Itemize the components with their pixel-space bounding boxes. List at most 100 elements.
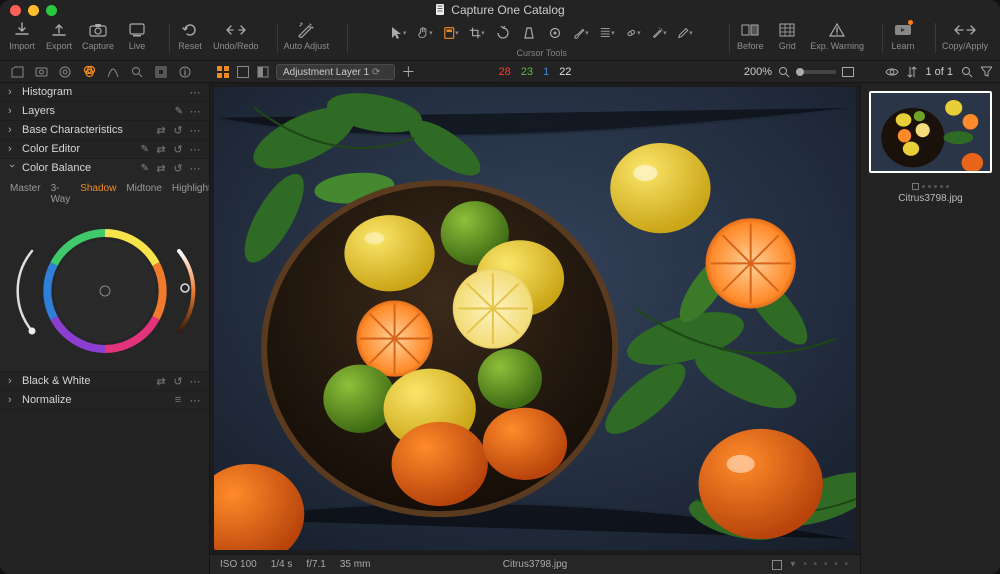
titlebar: Capture One Catalog — [0, 0, 1000, 20]
tool-histogram[interactable]: ›Histogram ⋯ — [0, 83, 209, 101]
tool-copy-icon[interactable]: ⇄ — [155, 375, 167, 387]
tool-menu-icon[interactable]: ⋯ — [189, 143, 201, 155]
tool-reset-icon[interactable]: ↺ — [172, 143, 184, 155]
export-button[interactable]: Export — [45, 21, 73, 51]
tool-normalize[interactable]: ›Normalize ≡ ⋯ — [0, 391, 209, 409]
heal-tool-icon[interactable]: ▾ — [625, 25, 641, 41]
browser-index: 1 of 1 — [925, 66, 953, 78]
exposure-tab-icon[interactable] — [106, 65, 120, 79]
undo-redo-button[interactable]: Undo/Redo — [213, 21, 259, 51]
meta-aperture: f/7.1 — [306, 559, 325, 570]
tool-menu-icon[interactable]: ⋯ — [189, 394, 201, 406]
color-tag[interactable] — [772, 560, 782, 570]
hand-tool-icon[interactable]: ▾ — [417, 25, 433, 41]
lightness-arc[interactable] — [57, 216, 207, 366]
annotate-tool-icon[interactable]: ▾ — [677, 25, 693, 41]
metadata-tab-icon[interactable] — [178, 65, 192, 79]
exposure-warning-button[interactable]: Exp. Warning — [810, 21, 864, 51]
zoom-slider[interactable] — [796, 70, 836, 74]
gradient-mask-tool-icon[interactable]: ▾ — [599, 25, 615, 41]
lens-tab-icon[interactable] — [58, 65, 72, 79]
cb-tab-shadow[interactable]: Shadow — [80, 183, 116, 205]
cursor-tools: ▾ ▾ ▾ ▾ ▾ ▾ ▾ ▾ ▾ — [391, 25, 693, 41]
reset-button[interactable]: Reset — [176, 21, 204, 51]
mask-brush-tool-icon[interactable]: ▾ — [573, 25, 589, 41]
tool-base-characteristics[interactable]: ›Base Characteristics ⇄ ↺ ⋯ — [0, 121, 209, 139]
tool-menu-icon[interactable]: ⋯ — [189, 375, 201, 387]
tool-menu-icon[interactable]: ⋯ — [189, 105, 201, 117]
tool-reset-icon[interactable]: ↺ — [172, 375, 184, 387]
thumbnail[interactable] — [869, 91, 992, 173]
learn-button[interactable]: Learn — [889, 21, 917, 51]
pointer-tool-icon[interactable]: ▾ — [391, 25, 407, 41]
viewer: ISO 100 1/4 s f/7.1 35 mm Citrus3798.jpg… — [210, 83, 860, 574]
color-balance-tabs: Master 3-Way Shadow Midtone Highlight — [0, 177, 209, 211]
tool-preset-icon[interactable]: ≡ — [172, 394, 184, 406]
copy-apply-button[interactable]: Copy/Apply — [942, 21, 988, 51]
tool-menu-icon[interactable]: ⋯ — [189, 124, 201, 136]
browser-panel: Citrus3798.jpg — [860, 83, 1000, 574]
tool-reset-icon[interactable]: ↺ — [172, 162, 184, 174]
rotate-tool-icon[interactable] — [495, 25, 511, 41]
grid-button[interactable]: Grid — [773, 21, 801, 51]
meta-focal: 35 mm — [340, 559, 371, 570]
tool-menu-icon[interactable]: ⋯ — [189, 162, 201, 174]
import-button[interactable]: Import — [8, 21, 36, 51]
thumbnail-filename: Citrus3798.jpg — [861, 193, 1000, 204]
zoom-fit-icon[interactable] — [842, 67, 854, 77]
add-layer-icon[interactable]: ＋ — [401, 65, 415, 79]
magic-brush-tool-icon[interactable]: ▾ — [651, 25, 667, 41]
tool-menu-icon[interactable]: ⋯ — [189, 86, 201, 98]
tool-color-editor[interactable]: ›Color Editor ✎ ⇄ ↺ ⋯ — [0, 140, 209, 158]
proof-icon[interactable] — [256, 65, 270, 79]
crop-tool-icon[interactable]: ▾ — [469, 25, 485, 41]
window-close[interactable] — [10, 5, 21, 16]
brush-icon: ✎ — [141, 163, 149, 174]
keystone-tool-icon[interactable] — [521, 25, 537, 41]
capture-button[interactable]: Capture — [82, 21, 114, 51]
loupe-tool-icon[interactable]: ▾ — [443, 25, 459, 41]
live-button[interactable]: Live — [123, 21, 151, 51]
adjustments-tab-icon[interactable] — [154, 65, 168, 79]
window-minimize[interactable] — [28, 5, 39, 16]
view-mode-single-icon[interactable] — [236, 65, 250, 79]
image-canvas[interactable] — [210, 83, 860, 554]
meta-filename: Citrus3798.jpg — [503, 559, 567, 570]
view-mode-multi-icon[interactable] — [216, 65, 230, 79]
window-title: Capture One Catalog — [0, 3, 1000, 17]
cb-tab-3way[interactable]: 3-Way — [51, 183, 71, 205]
tool-tab-strip: Adjustment Layer 1 ⟳ ＋ 28 23 1 22 200% 1… — [0, 61, 1000, 83]
cb-tab-midtone[interactable]: Midtone — [126, 183, 162, 205]
layer-selector[interactable]: Adjustment Layer 1 ⟳ — [276, 64, 395, 80]
library-tab-icon[interactable] — [10, 65, 24, 79]
photo-preview — [214, 87, 856, 550]
main-toolbar: Import Export Capture Live Reset — [0, 20, 1000, 61]
browser-filter-icon[interactable] — [981, 66, 992, 77]
tool-reset-icon[interactable]: ↺ — [172, 124, 184, 136]
tool-layers[interactable]: ›Layers ✎ ⋯ — [0, 102, 209, 120]
tool-black-white[interactable]: ›Black & White ⇄ ↺ ⋯ — [0, 372, 209, 390]
thumbnail-rating[interactable] — [861, 183, 1000, 190]
window-zoom[interactable] — [46, 5, 57, 16]
browser-search-icon[interactable] — [961, 66, 973, 78]
capture-tab-icon[interactable] — [34, 65, 48, 79]
zoom-level[interactable]: 200% — [744, 66, 772, 78]
color-tab-icon[interactable] — [82, 65, 96, 79]
cb-tab-master[interactable]: Master — [10, 183, 41, 205]
auto-adjust-button[interactable]: Auto Adjust — [284, 21, 330, 51]
tool-copy-icon[interactable]: ⇄ — [155, 124, 167, 136]
spot-tool-icon[interactable] — [547, 25, 563, 41]
cursor-tools-label: Cursor Tools — [517, 48, 567, 58]
star-rating[interactable]: • • • • • — [803, 559, 850, 570]
preview-toggle-icon[interactable] — [885, 67, 899, 77]
meta-shutter: 1/4 s — [271, 559, 293, 570]
zoom-search-icon[interactable] — [778, 66, 790, 78]
tool-copy-icon[interactable]: ⇄ — [155, 162, 167, 174]
cb-tab-highlight[interactable]: Highlight — [172, 183, 210, 205]
details-tab-icon[interactable] — [130, 65, 144, 79]
before-after-button[interactable]: Before — [736, 21, 764, 51]
browser-sort-icon[interactable] — [907, 66, 917, 78]
tools-panel: ›Histogram ⋯ ›Layers ✎ ⋯ ›Base Character… — [0, 83, 210, 574]
tool-copy-icon[interactable]: ⇄ — [155, 143, 167, 155]
tool-color-balance[interactable]: › Color Balance ✎ ⇄ ↺ ⋯ — [0, 159, 209, 177]
